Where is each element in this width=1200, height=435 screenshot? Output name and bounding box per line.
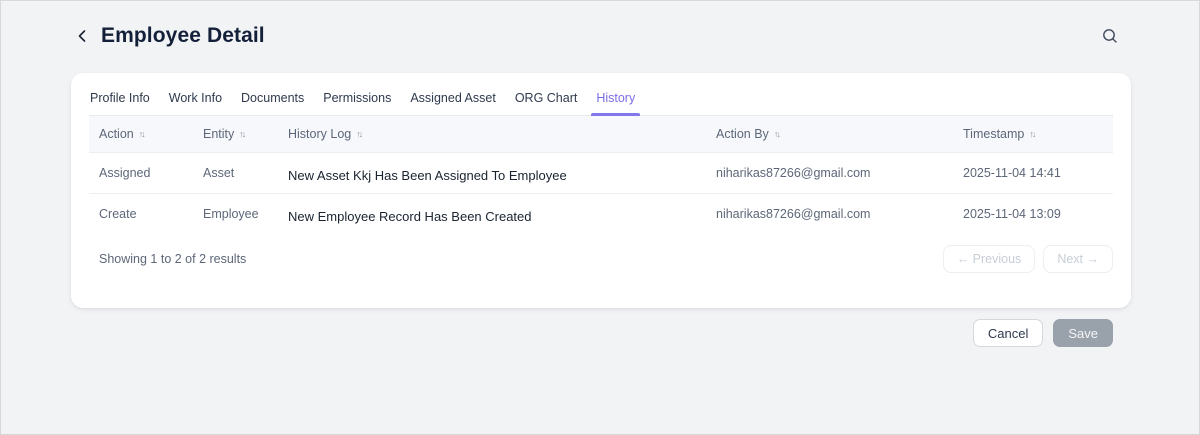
- sort-action[interactable]: Action ↑↓: [99, 127, 146, 141]
- tab-permissions[interactable]: Permissions: [322, 85, 392, 115]
- sort-entity[interactable]: Entity ↑↓: [203, 127, 246, 141]
- sort-arrows-icon: ↑↓: [239, 129, 246, 139]
- column-header-timestamp: Timestamp ↑↓: [953, 125, 1113, 143]
- column-label: Timestamp: [963, 127, 1024, 141]
- tab-history[interactable]: History: [595, 85, 636, 115]
- table-header-row: Action ↑↓ Entity ↑↓ History Log ↑↓: [89, 116, 1113, 153]
- cell-action: Create: [89, 207, 193, 221]
- search-icon: [1101, 27, 1119, 45]
- column-header-action-by: Action By ↑↓: [706, 125, 953, 143]
- table-footer: Showing 1 to 2 of 2 results ← Previous N…: [89, 233, 1113, 273]
- chevron-left-icon: [74, 28, 90, 44]
- results-summary: Showing 1 to 2 of 2 results: [99, 252, 246, 266]
- cell-action-by: niharikas87266@gmail.com: [706, 166, 953, 180]
- cell-history-log: New Employee Record Has Been Created: [278, 204, 706, 224]
- cancel-button[interactable]: Cancel: [973, 319, 1043, 347]
- column-label: Action By: [716, 127, 769, 141]
- pagination: ← Previous Next →: [943, 245, 1113, 273]
- table-row: Assigned Asset New Asset Kkj Has Been As…: [89, 153, 1113, 193]
- employee-detail-page: Employee Detail Profile Info Work Info D…: [1, 1, 1199, 347]
- sort-arrows-icon: ↑↓: [356, 129, 363, 139]
- sort-history-log[interactable]: History Log ↑↓: [288, 127, 363, 141]
- page-title: Employee Detail: [101, 24, 265, 48]
- back-button[interactable]: [73, 27, 91, 45]
- page-header-left: Employee Detail: [73, 24, 1099, 48]
- tab-work-info[interactable]: Work Info: [168, 85, 223, 115]
- tab-assigned-asset[interactable]: Assigned Asset: [409, 85, 496, 115]
- next-button[interactable]: Next →: [1043, 245, 1113, 273]
- previous-button[interactable]: ← Previous: [943, 245, 1036, 273]
- cell-action: Assigned: [89, 166, 193, 180]
- save-button[interactable]: Save: [1053, 319, 1113, 347]
- tab-profile-info[interactable]: Profile Info: [89, 85, 151, 115]
- cell-timestamp: 2025-11-04 14:41: [953, 166, 1113, 180]
- page-header: Employee Detail: [1, 1, 1199, 71]
- column-label: Action: [99, 127, 134, 141]
- cell-history-log: New Asset Kkj Has Been Assigned To Emplo…: [278, 163, 706, 183]
- column-label: History Log: [288, 127, 351, 141]
- search-button[interactable]: [1099, 25, 1121, 47]
- column-header-history-log: History Log ↑↓: [278, 125, 706, 143]
- sort-arrows-icon: ↑↓: [774, 129, 781, 139]
- table-row: Create Employee New Employee Record Has …: [89, 193, 1113, 233]
- sort-action-by[interactable]: Action By ↑↓: [716, 127, 781, 141]
- sort-timestamp[interactable]: Timestamp ↑↓: [963, 127, 1036, 141]
- cell-timestamp: 2025-11-04 13:09: [953, 207, 1113, 221]
- sort-arrows-icon: ↑↓: [1029, 129, 1036, 139]
- cell-action-by: niharikas87266@gmail.com: [706, 207, 953, 221]
- column-label: Entity: [203, 127, 234, 141]
- cell-entity: Employee: [193, 207, 278, 221]
- page-actions: Cancel Save: [1, 319, 1113, 347]
- sort-arrows-icon: ↑↓: [139, 129, 146, 139]
- tab-bar: Profile Info Work Info Documents Permiss…: [89, 85, 1113, 116]
- tab-org-chart[interactable]: ORG Chart: [514, 85, 579, 115]
- column-header-entity: Entity ↑↓: [193, 125, 278, 143]
- history-table: Action ↑↓ Entity ↑↓ History Log ↑↓: [89, 116, 1113, 273]
- tab-documents[interactable]: Documents: [240, 85, 305, 115]
- column-header-action: Action ↑↓: [89, 125, 193, 143]
- cell-entity: Asset: [193, 166, 278, 180]
- employee-detail-card: Profile Info Work Info Documents Permiss…: [71, 73, 1131, 308]
